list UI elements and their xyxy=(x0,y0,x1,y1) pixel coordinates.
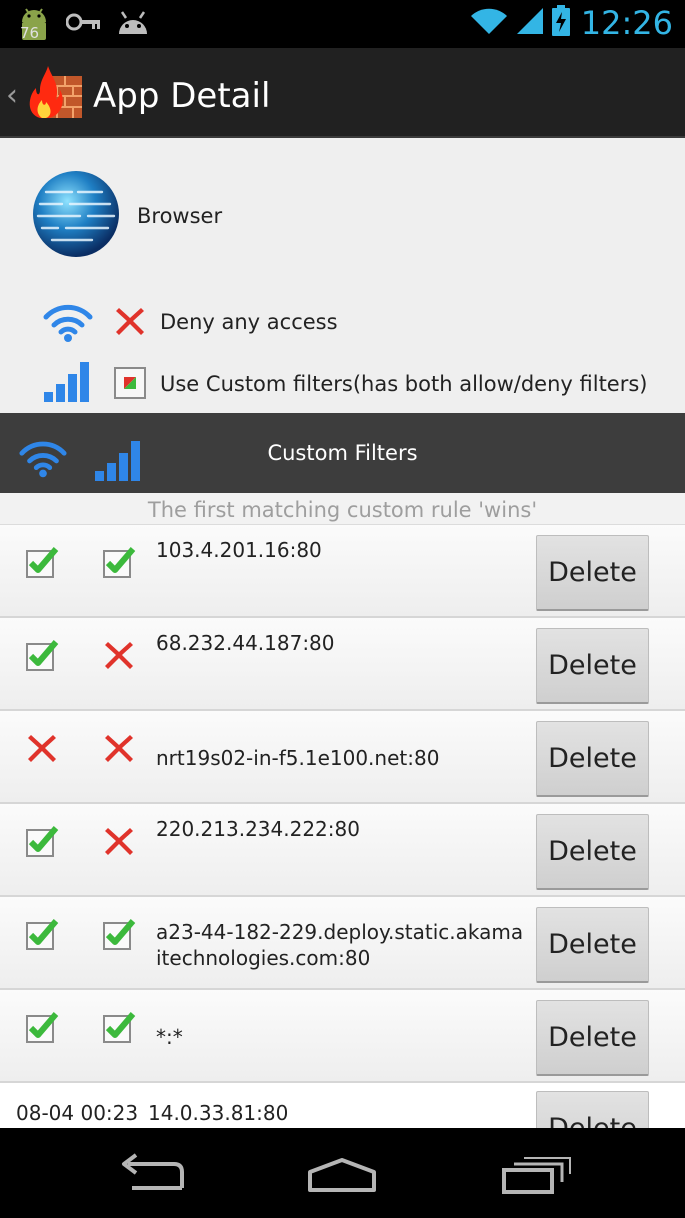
filter-row: 103.4.201.16:80 Delete xyxy=(0,525,685,618)
delete-button[interactable]: Delete xyxy=(536,907,649,983)
wifi-status-icon xyxy=(469,6,509,41)
clock: 12:26 xyxy=(580,4,673,42)
back-icon[interactable] xyxy=(112,1152,192,1196)
cell-signal-icon xyxy=(515,6,545,41)
status-bar: 76 12:26 xyxy=(0,0,685,48)
filter-address: a23-44-182-229.deploy.static.akamaitechn… xyxy=(156,920,524,970)
delete-button[interactable]: Delete xyxy=(536,535,649,611)
key-icon xyxy=(65,10,102,39)
custom-filters-row[interactable]: Use Custom filters(has both allow/deny f… xyxy=(0,360,685,408)
filter-address: 220.213.234.222:80 xyxy=(156,817,360,841)
wifi-allow-checkbox[interactable] xyxy=(25,824,59,858)
android-notification-icon: 76 xyxy=(16,6,52,42)
filter-row: *:* Delete xyxy=(0,990,685,1083)
delete-button[interactable]: Delete xyxy=(536,1091,649,1128)
custom-filters-hint: The first matching custom rule 'wins' xyxy=(0,493,685,525)
back-chevron-icon[interactable]: ‹ xyxy=(6,78,18,113)
custom-filters-header: Custom Filters xyxy=(0,413,685,493)
use-custom-filters-label: Use Custom filters(has both allow/deny f… xyxy=(160,372,648,396)
deny-any-access-label: Deny any access xyxy=(160,310,338,334)
filter-row: 68.232.44.187:80 Delete xyxy=(0,618,685,711)
delete-button[interactable]: Delete xyxy=(536,814,649,890)
mobile-allow-checkbox[interactable] xyxy=(102,917,136,951)
wifi-allow-checkbox[interactable] xyxy=(25,638,59,672)
battery-icon xyxy=(551,4,571,42)
filter-address: 103.4.201.16:80 xyxy=(156,538,322,562)
filter-row: 220.213.234.222:80 Delete xyxy=(0,804,685,897)
custom-filters-title: Custom Filters xyxy=(267,441,418,465)
deny-access-row[interactable]: Deny any access xyxy=(0,298,685,346)
filter-row: a23-44-182-229.deploy.static.akamaitechn… xyxy=(0,897,685,990)
action-bar: ‹ App Detail xyxy=(0,48,685,138)
mobile-deny-checkbox[interactable] xyxy=(102,731,136,765)
filter-address: nrt19s02-in-f5.1e100.net:80 xyxy=(156,746,440,770)
mobile-allow-checkbox[interactable] xyxy=(102,545,136,579)
deny-any-access-checkbox[interactable] xyxy=(113,304,147,338)
mobile-deny-checkbox[interactable] xyxy=(102,638,136,672)
log-entry-row: 08-04 00:23 14.0.33.81:80 Delete xyxy=(0,1083,685,1128)
filter-address: *:* xyxy=(156,1025,183,1049)
recent-apps-icon[interactable] xyxy=(496,1152,576,1196)
firewall-logo-icon[interactable] xyxy=(26,66,84,120)
page-title: App Detail xyxy=(93,76,271,116)
mobile-allow-checkbox[interactable] xyxy=(102,1010,136,1044)
wifi-deny-checkbox[interactable] xyxy=(25,731,59,765)
navigation-bar xyxy=(0,1128,685,1218)
app-header: Browser Deny any access Use Custom filte… xyxy=(0,138,685,413)
delete-button[interactable]: Delete xyxy=(536,628,649,704)
delete-button[interactable]: Delete xyxy=(536,721,649,797)
delete-button[interactable]: Delete xyxy=(536,1000,649,1076)
app-name: Browser xyxy=(137,204,223,228)
mobile-signal-icon xyxy=(42,360,94,407)
wifi-allow-checkbox[interactable] xyxy=(25,917,59,951)
wifi-allow-checkbox[interactable] xyxy=(25,1010,59,1044)
notification-count: 76 xyxy=(20,24,40,42)
filter-address: 68.232.44.187:80 xyxy=(156,631,335,655)
wifi-icon xyxy=(42,304,94,347)
wifi-allow-checkbox[interactable] xyxy=(25,545,59,579)
log-timestamp: 08-04 00:23 xyxy=(16,1101,139,1125)
use-custom-filters-checkbox[interactable] xyxy=(113,366,147,400)
home-icon[interactable] xyxy=(302,1152,382,1196)
filter-list: 103.4.201.16:80 Delete 68.232.44.187:80 … xyxy=(0,525,685,1128)
browser-globe-icon xyxy=(32,170,120,258)
log-address: 14.0.33.81:80 xyxy=(148,1101,289,1125)
android-debug-icon xyxy=(116,8,150,41)
mobile-deny-checkbox[interactable] xyxy=(102,824,136,858)
filter-row: nrt19s02-in-f5.1e100.net:80 Delete xyxy=(0,711,685,804)
app-detail-content: Browser Deny any access Use Custom filte… xyxy=(0,138,685,1128)
